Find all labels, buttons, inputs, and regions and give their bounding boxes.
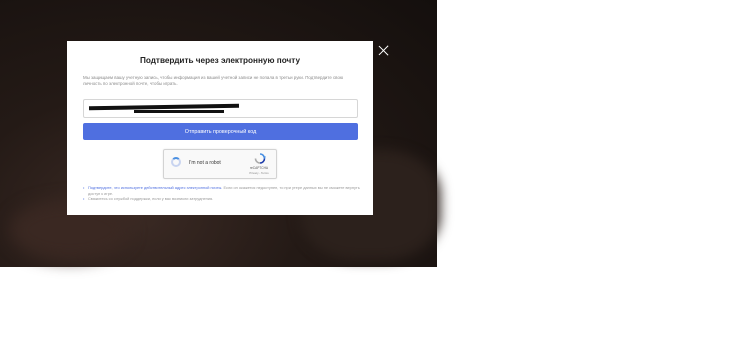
send-code-button[interactable]: Отправить проверочный код (83, 123, 358, 140)
recaptcha-widget: I'm not a robot reCAPTCHA Privacy - Term… (163, 149, 277, 179)
list-item: Подтвердите, что используете действитель… (83, 185, 363, 196)
redaction-mark (134, 110, 224, 113)
email-verification-dialog: Подтвердить через электронную почту Мы з… (67, 41, 373, 215)
notes-list: Подтвердите, что используете действитель… (83, 185, 363, 202)
captcha-label: I'm not a robot (189, 160, 221, 166)
recaptcha-brand: reCAPTCHA (249, 166, 269, 170)
captcha-checkbox[interactable] (171, 157, 181, 167)
close-icon[interactable] (376, 43, 392, 59)
list-item: Свяжитесь со службой поддержки, если у в… (83, 196, 363, 202)
dialog-description: Мы защищаем вашу учетную запись, чтобы и… (83, 75, 344, 86)
recaptcha-logo-icon (254, 153, 266, 164)
recaptcha-terms-link[interactable]: Privacy - Terms (244, 171, 274, 175)
dialog-title: Подтвердить через электронную почту (139, 56, 301, 65)
note-text: Свяжитесь со службой поддержки, если у в… (88, 196, 214, 201)
email-field[interactable] (83, 99, 358, 118)
note-link[interactable]: Подтвердите, что используете действитель… (88, 185, 222, 190)
